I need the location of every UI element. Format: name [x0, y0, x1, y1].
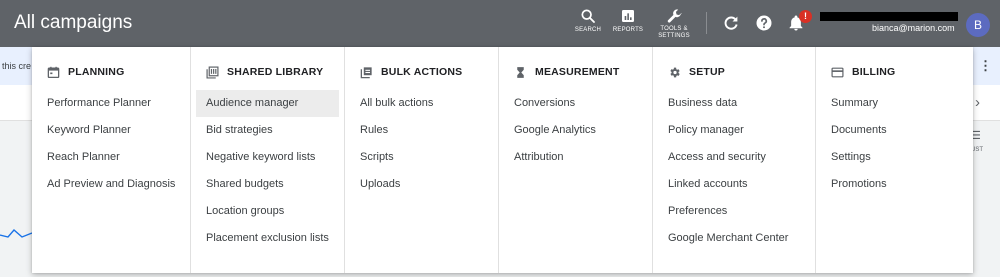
menu-item-uploads[interactable]: Uploads — [345, 171, 498, 198]
reports-icon — [622, 10, 634, 22]
search-icon — [581, 9, 595, 23]
menu-column-header: BULK ACTIONS — [360, 64, 462, 80]
notification-badge: ! — [799, 10, 812, 23]
menu-item-keyword-planner[interactable]: Keyword Planner — [32, 117, 190, 144]
menu-item-location-groups[interactable]: Location groups — [191, 198, 344, 225]
menu-column-bulk-actions: BULK ACTIONS All bulk actions Rules Scri… — [344, 47, 498, 273]
menu-item-audience-manager[interactable]: Audience manager — [196, 90, 339, 117]
menu-item-attribution[interactable]: Attribution — [499, 144, 652, 171]
tools-settings-menu: PLANNING Performance Planner Keyword Pla… — [32, 47, 973, 273]
menu-column-billing: BILLING Summary Documents Settings Promo… — [815, 47, 973, 273]
menu-item-documents[interactable]: Documents — [816, 117, 973, 144]
tools-settings-button[interactable]: TOOLS & SETTINGS — [651, 8, 697, 40]
credit-card-icon — [831, 67, 844, 77]
avatar[interactable]: B — [966, 13, 990, 37]
menu-item-promotions[interactable]: Promotions — [816, 171, 973, 198]
hourglass-icon — [517, 66, 524, 78]
menu-item-reach-planner[interactable]: Reach Planner — [32, 144, 190, 171]
gear-icon — [670, 67, 680, 77]
menu-column-title: SETUP — [689, 66, 726, 78]
menu-column-title: SHARED LIBRARY — [227, 66, 324, 78]
calendar-icon — [47, 66, 60, 78]
banner-text: this cre — [2, 61, 32, 71]
page-title: All campaigns — [14, 12, 133, 33]
user-email: bianca@marion.com — [872, 23, 955, 33]
menu-column-header: SHARED LIBRARY — [206, 64, 323, 80]
menu-item-google-merchant-center[interactable]: Google Merchant Center — [653, 225, 815, 252]
menu-item-all-bulk-actions[interactable]: All bulk actions — [345, 90, 498, 117]
menu-item-preferences[interactable]: Preferences — [653, 198, 815, 225]
menu-column-header: BILLING — [831, 64, 895, 80]
tools-label-line1: TOOLS & — [660, 26, 688, 32]
more-options-icon[interactable]: ⋮ — [979, 58, 992, 74]
menu-item-negative-keyword-lists[interactable]: Negative keyword lists — [191, 144, 344, 171]
wrench-icon — [667, 9, 682, 23]
menu-item-bid-strategies[interactable]: Bid strategies — [191, 117, 344, 144]
help-icon[interactable] — [755, 14, 773, 32]
tools-label-line2: SETTINGS — [658, 33, 690, 39]
menu-column-title: PLANNING — [68, 66, 125, 78]
menu-item-rules[interactable]: Rules — [345, 117, 498, 144]
menu-column-title: MEASUREMENT — [535, 66, 620, 78]
menu-item-access-and-security[interactable]: Access and security — [653, 144, 815, 171]
menu-item-policy-manager[interactable]: Policy manager — [653, 117, 815, 144]
menu-column-title: BULK ACTIONS — [381, 66, 463, 78]
menu-item-settings[interactable]: Settings — [816, 144, 973, 171]
toolbar-divider — [706, 12, 707, 34]
menu-item-google-analytics[interactable]: Google Analytics — [499, 117, 652, 144]
menu-item-performance-planner[interactable]: Performance Planner — [32, 90, 190, 117]
menu-item-ad-preview[interactable]: Ad Preview and Diagnosis — [32, 171, 190, 198]
redacted-account-name — [820, 12, 958, 21]
menu-item-shared-budgets[interactable]: Shared budgets — [191, 171, 344, 198]
reports-button[interactable]: REPORTS — [605, 8, 651, 34]
library-icon — [206, 65, 219, 79]
menu-column-shared-library: SHARED LIBRARY Audience manager Bid stra… — [190, 47, 344, 273]
top-bar: All campaigns SEARCH REPORTS TOOLS & SET… — [0, 0, 1000, 47]
menu-column-header: PLANNING — [47, 64, 124, 80]
menu-item-placement-exclusion-lists[interactable]: Placement exclusion lists — [191, 225, 344, 252]
menu-column-header: MEASUREMENT — [514, 64, 619, 80]
menu-column-planning: PLANNING Performance Planner Keyword Pla… — [32, 47, 190, 273]
copy-icon — [360, 66, 372, 78]
menu-item-conversions[interactable]: Conversions — [499, 90, 652, 117]
menu-item-linked-accounts[interactable]: Linked accounts — [653, 171, 815, 198]
chevron-right-icon[interactable]: › — [975, 94, 980, 111]
menu-column-measurement: MEASUREMENT Conversions Google Analytics… — [498, 47, 652, 273]
menu-item-scripts[interactable]: Scripts — [345, 144, 498, 171]
menu-column-title: BILLING — [852, 66, 896, 78]
reports-label: REPORTS — [612, 27, 644, 33]
menu-column-header: SETUP — [668, 64, 725, 80]
menu-column-setup: SETUP Business data Policy manager Acces… — [652, 47, 815, 273]
menu-item-business-data[interactable]: Business data — [653, 90, 815, 117]
menu-item-summary[interactable]: Summary — [816, 90, 973, 117]
refresh-icon[interactable] — [722, 14, 740, 32]
